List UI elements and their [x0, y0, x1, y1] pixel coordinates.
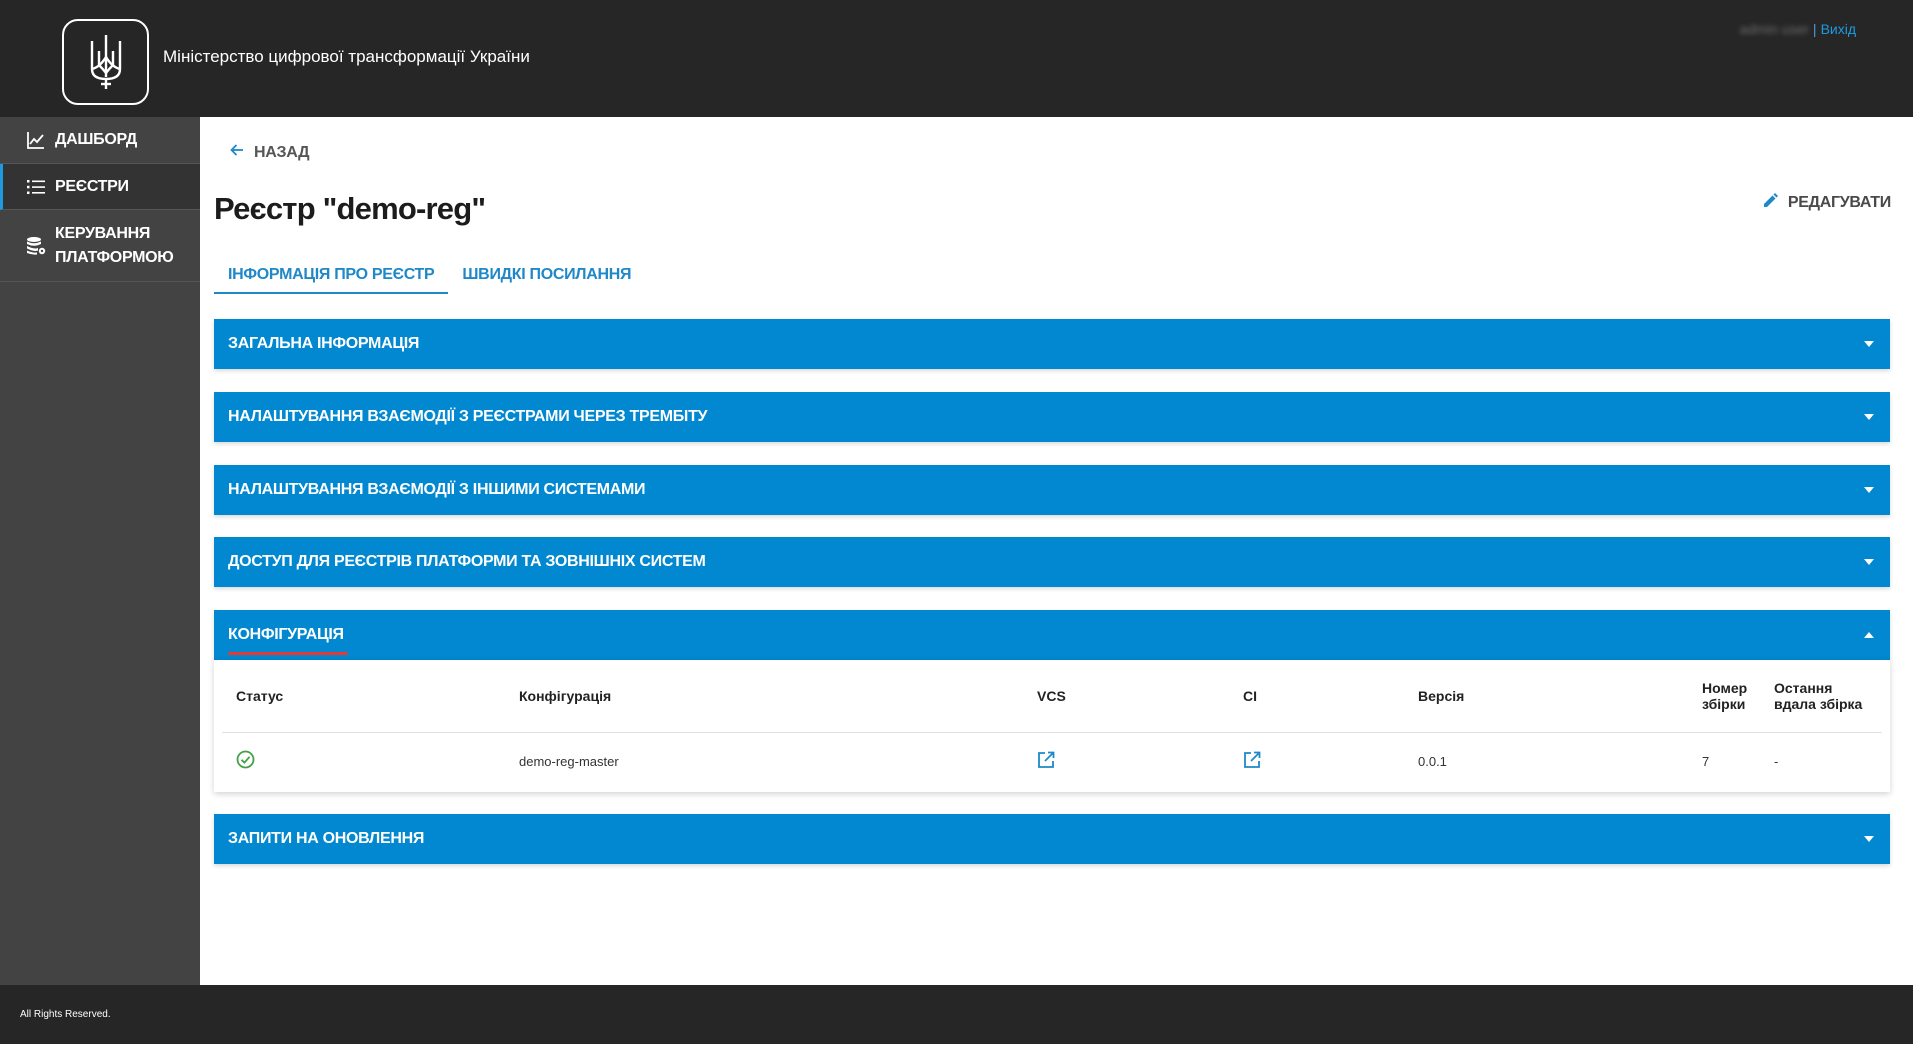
user-separator: |: [1812, 21, 1817, 37]
section-title: Загальна інформація: [228, 335, 420, 352]
section-title: Запити на оновлення: [228, 830, 425, 847]
column-header-build-number: Номер збірки: [1688, 660, 1760, 733]
sidebar-item-label: Керування платформою: [55, 222, 174, 270]
user-area: admin user | Вихід: [1740, 21, 1856, 37]
copyright-text: All Rights Reserved.: [20, 1009, 111, 1020]
vcs-cell: [1023, 732, 1229, 790]
chevron-up-icon: [1864, 632, 1874, 638]
column-header-status: Статус: [222, 660, 505, 733]
section-header[interactable]: Конфігурація: [214, 610, 1890, 660]
sidebar-item-platform-management[interactable]: Керування платформою: [0, 210, 200, 282]
column-header-last-success: Остання вдала збірка: [1760, 660, 1882, 733]
coat-of-arms-logo[interactable]: [62, 19, 149, 105]
tabs: ІНФОРМАЦІЯ ПРО РЕЄСТР ШВИДКІ ПОСИЛАННЯ: [214, 266, 645, 294]
version-cell: 0.0.1: [1418, 753, 1447, 769]
section-other-systems-settings: Налаштування взаємодії з іншими системам…: [214, 465, 1890, 515]
chevron-down-icon: [1864, 559, 1874, 565]
column-header-last-success-line1: Остання: [1774, 679, 1833, 696]
section-header[interactable]: Доступ для реєстрів платформи та зовнішн…: [214, 537, 1890, 587]
chevron-down-icon: [1864, 487, 1874, 493]
column-header-configuration: Конфігурація: [505, 660, 1023, 733]
column-header-ci: CI: [1229, 660, 1404, 733]
column-header-build-number-line1: Номер: [1702, 679, 1748, 696]
user-name: admin user: [1739, 21, 1809, 37]
app-footer: All Rights Reserved.: [0, 985, 1913, 1044]
database-settings-icon: [25, 235, 47, 257]
sidebar-item-registries[interactable]: Реєстри: [0, 164, 200, 210]
edit-label: РЕДАГУВАТИ: [1787, 193, 1891, 211]
column-header-build-number-line2: збірки: [1702, 695, 1746, 712]
check-circle-icon: [236, 750, 255, 772]
table-row: demo-reg-master 0.0.1 7 -: [222, 732, 1882, 790]
chevron-down-icon: [1864, 836, 1874, 842]
list-icon: [25, 176, 47, 198]
back-label: НАЗАД: [254, 143, 310, 161]
status-cell: [222, 732, 505, 790]
section-header[interactable]: Налаштування взаємодії з іншими системам…: [214, 465, 1890, 515]
tab-registry-info[interactable]: ІНФОРМАЦІЯ ПРО РЕЄСТР: [214, 266, 449, 294]
external-link-icon[interactable]: [1243, 751, 1261, 772]
configuration-panel: Статус Конфігурація VCS CI Версія Номер …: [214, 660, 1890, 792]
trident-icon: [90, 35, 121, 89]
last-success-cell: -: [1774, 753, 1779, 769]
section-header[interactable]: Запити на оновлення: [214, 814, 1890, 864]
sidebar-item-label-line1: Керування: [55, 224, 151, 242]
sidebar-item-label: Дашборд: [55, 131, 137, 148]
build-number-cell: 7: [1702, 753, 1710, 769]
page-title: Реєстр "demo-reg": [214, 191, 486, 226]
section-header[interactable]: Налаштування взаємодії з реєстрами через…: [214, 392, 1890, 442]
column-header-version: Версія: [1404, 660, 1688, 733]
section-access: Доступ для реєстрів платформи та зовнішн…: [214, 537, 1890, 587]
section-title: Доступ для реєстрів платформи та зовнішн…: [228, 553, 706, 570]
sidebar: Дашборд Реєстри Керування платформою: [0, 117, 200, 985]
chevron-down-icon: [1864, 341, 1874, 347]
column-header-last-success-line2: вдала збірка: [1774, 695, 1863, 712]
section-trembita-settings: Налаштування взаємодії з реєстрами через…: [214, 392, 1890, 442]
sidebar-item-label: Реєстри: [55, 177, 129, 195]
chart-icon: [25, 129, 47, 151]
sidebar-item-dashboard[interactable]: Дашборд: [0, 117, 200, 164]
configuration-cell: demo-reg-master: [519, 753, 619, 769]
edit-button[interactable]: РЕДАГУВАТИ: [1763, 193, 1891, 212]
sidebar-item-label-line2: платформою: [55, 248, 174, 266]
main-content: НАЗАД Реєстр "demo-reg" РЕДАГУВАТИ ІНФОР…: [200, 117, 1913, 985]
section-title: Конфігурація: [228, 626, 348, 655]
column-header-vcs: VCS: [1023, 660, 1229, 733]
ci-cell: [1229, 732, 1404, 790]
pencil-icon: [1763, 193, 1778, 212]
chevron-down-icon: [1864, 414, 1874, 420]
configuration-table: Статус Конфігурація VCS CI Версія Номер …: [222, 660, 1882, 790]
organization-title: Міністерство цифрової трансформації Укра…: [163, 47, 530, 66]
back-button[interactable]: НАЗАД: [230, 143, 309, 162]
section-configuration: Конфігурація Статус Конфігурація VCS CI …: [214, 610, 1890, 792]
external-link-icon[interactable]: [1037, 751, 1055, 772]
section-update-requests: Запити на оновлення: [214, 814, 1890, 864]
section-header[interactable]: Загальна інформація: [214, 319, 1890, 369]
section-title: Налаштування взаємодії з іншими системам…: [228, 481, 646, 498]
section-general-info: Загальна інформація: [214, 319, 1890, 369]
table-header-row: Статус Конфігурація VCS CI Версія Номер …: [222, 660, 1882, 733]
section-title: Налаштування взаємодії з реєстрами через…: [228, 408, 708, 425]
app-header: Міністерство цифрової трансформації Укра…: [0, 0, 1913, 117]
logout-link[interactable]: Вихід: [1821, 21, 1856, 37]
tab-quick-links[interactable]: ШВИДКІ ПОСИЛАННЯ: [448, 266, 645, 294]
arrow-left-icon: [230, 143, 244, 162]
